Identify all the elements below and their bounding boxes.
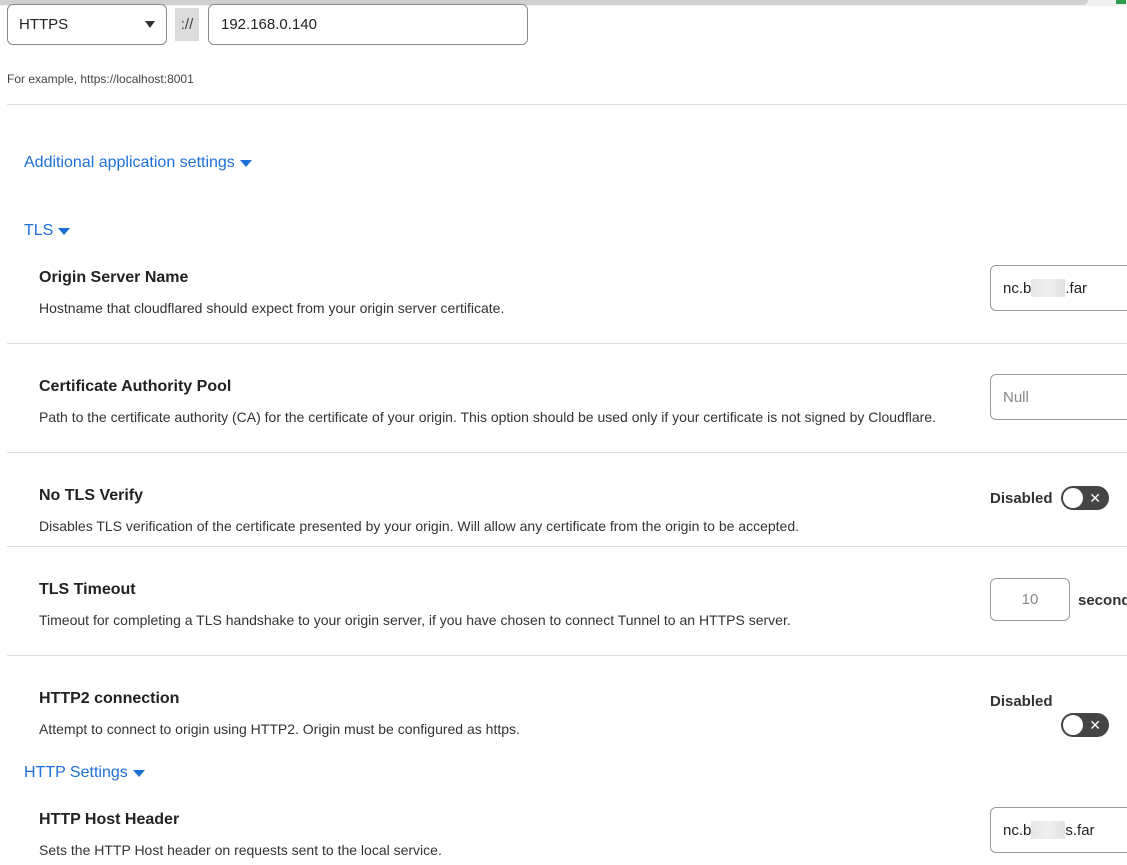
http-settings-label: HTTP Settings: [24, 764, 128, 781]
host-header-input[interactable]: nc.b s.far: [990, 807, 1127, 853]
divider: [7, 546, 1127, 547]
toggle-knob: [1063, 488, 1083, 508]
caret-down-icon: [132, 769, 145, 777]
tls-timeout-description: Timeout for completing a TLS handshake t…: [39, 612, 791, 628]
caret-down-icon: [58, 227, 71, 235]
origin-url-input[interactable]: 192.168.0.140: [208, 4, 528, 45]
host-header-description: Sets the HTTP Host header on requests se…: [39, 842, 442, 858]
host-header-value-prefix: nc.b: [1003, 821, 1032, 839]
tls-timeout-title: TLS Timeout: [39, 581, 136, 598]
redacted-text: [1031, 821, 1066, 839]
no-tls-verify-state: Disabled: [990, 490, 1053, 507]
http2-toggle[interactable]: ✕: [1061, 713, 1109, 737]
protocol-select-value: HTTPS: [19, 16, 69, 33]
origin-url-value: 192.168.0.140: [221, 16, 317, 33]
tls-section-toggle[interactable]: TLS: [24, 222, 71, 240]
close-icon: ✕: [1089, 717, 1101, 733]
caret-down-icon: [239, 159, 252, 167]
protocol-select[interactable]: HTTPS: [7, 4, 167, 45]
no-tls-verify-toggle[interactable]: ✕: [1061, 486, 1109, 510]
caret-down-icon: [145, 21, 155, 28]
origin-server-name-value-suffix: .far: [1065, 279, 1088, 297]
tls-timeout-placeholder: 10: [1021, 591, 1039, 608]
ca-pool-input[interactable]: Null: [990, 374, 1127, 420]
origin-server-name-value-prefix: nc.b: [1003, 279, 1032, 297]
url-separator: ://: [175, 8, 199, 41]
http-settings-toggle[interactable]: HTTP Settings: [24, 764, 145, 782]
tls-timeout-input[interactable]: 10: [990, 578, 1070, 621]
divider: [7, 343, 1127, 344]
no-tls-verify-title: No TLS Verify: [39, 487, 144, 504]
divider: [7, 655, 1127, 656]
ca-pool-placeholder: Null: [1003, 388, 1029, 406]
http2-state: Disabled: [990, 693, 1053, 710]
redacted-text: [1031, 279, 1066, 297]
tls-section-label: TLS: [24, 222, 54, 239]
divider: [7, 104, 1127, 105]
additional-settings-toggle[interactable]: Additional application settings: [24, 154, 252, 172]
http2-title: HTTP2 connection: [39, 690, 180, 707]
origin-server-name-input[interactable]: nc.b .far: [990, 265, 1127, 311]
tls-timeout-unit: second: [1078, 592, 1127, 609]
http2-description: Attempt to connect to origin using HTTP2…: [39, 721, 520, 737]
ca-pool-description: Path to the certificate authority (CA) f…: [39, 409, 936, 425]
origin-server-name-description: Hostname that cloudflared should expect …: [39, 300, 505, 316]
host-header-value-suffix: s.far: [1065, 821, 1095, 839]
host-header-title: HTTP Host Header: [39, 811, 180, 828]
ca-pool-title: Certificate Authority Pool: [39, 378, 232, 395]
origin-url-hint: For example, https://localhost:8001: [7, 72, 194, 86]
no-tls-verify-description: Disables TLS verification of the certifi…: [39, 518, 799, 534]
origin-server-name-title: Origin Server Name: [39, 269, 189, 286]
additional-settings-label: Additional application settings: [24, 154, 235, 171]
divider: [7, 452, 1127, 453]
extension-icon: [1116, 0, 1126, 4]
close-icon: ✕: [1089, 490, 1101, 506]
toggle-knob: [1063, 715, 1083, 735]
